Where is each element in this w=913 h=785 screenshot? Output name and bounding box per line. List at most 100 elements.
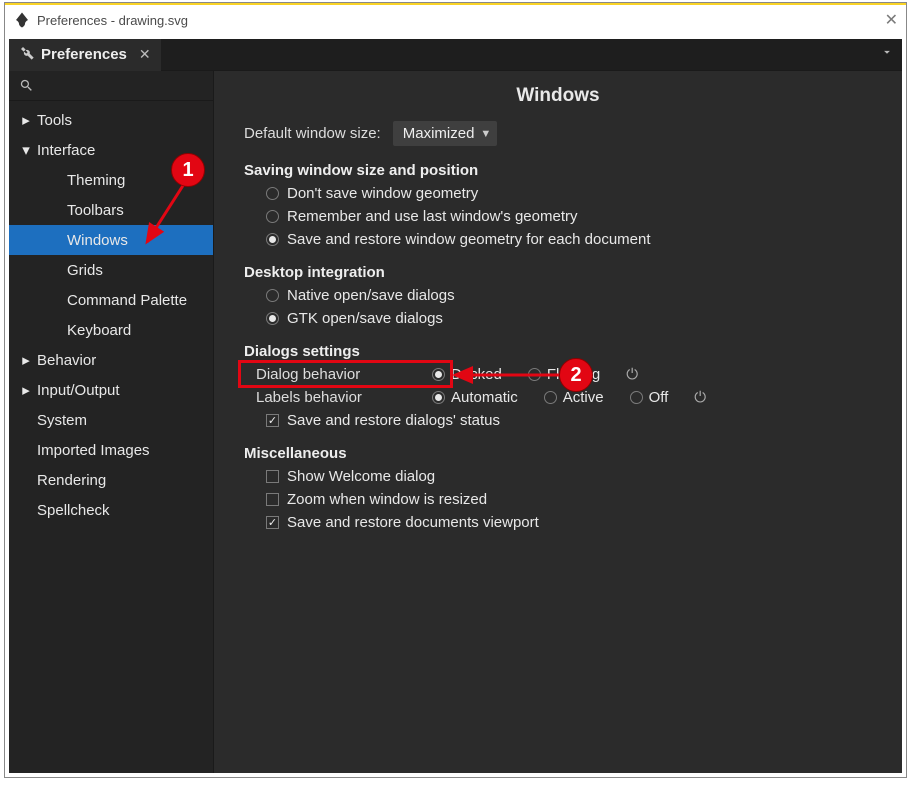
radio-label: Save and restore window geometry for eac… (287, 231, 651, 248)
default-size-value: Maximized (403, 125, 475, 142)
labels-behavior-row: Labels behavior Automatic Active Off ⏻ (256, 389, 872, 406)
checkbox-icon (266, 414, 279, 427)
tab-label: Preferences (41, 46, 127, 63)
checkbox-label: Save and restore documents viewport (287, 514, 539, 531)
sidebar-item-windows[interactable]: Windows (9, 225, 213, 255)
radio-icon (528, 368, 541, 381)
chevron-down-icon[interactable] (880, 45, 894, 64)
sidebar-item-toolbars[interactable]: Toolbars (9, 195, 213, 225)
radio-label: GTK open/save dialogs (287, 310, 443, 327)
sidebar-item-label: Rendering (37, 472, 106, 489)
radio-off[interactable]: Off (630, 389, 669, 406)
sidebar-item-label: Interface (37, 142, 95, 159)
checkbox-icon (266, 493, 279, 506)
radio-icon (266, 233, 279, 246)
sidebar-item-label: Behavior (37, 352, 96, 369)
check-zoom-resized[interactable]: Zoom when window is resized (266, 491, 872, 508)
radio-label: Native open/save dialogs (287, 287, 455, 304)
radio-icon (266, 289, 279, 302)
sidebar-item-label: Imported Images (37, 442, 150, 459)
checkbox-icon (266, 470, 279, 483)
triangle-right-icon[interactable]: ▸ (19, 111, 33, 129)
check-save-viewport[interactable]: Save and restore documents viewport (266, 514, 872, 531)
sidebar-item-label: Spellcheck (37, 502, 110, 519)
radio-icon (432, 391, 445, 404)
radio-label: Remember and use last window's geometry (287, 208, 578, 225)
tools-icon (19, 45, 35, 65)
sidebar-item-tools[interactable]: ▸Tools (9, 105, 213, 135)
labels-behavior-label: Labels behavior (256, 389, 406, 406)
sidebar-item-label: Tools (37, 112, 72, 129)
triangle-right-icon[interactable]: ▸ (19, 381, 33, 399)
radio-native-dialogs[interactable]: Native open/save dialogs (266, 287, 872, 304)
checkbox-icon (266, 516, 279, 529)
inner-frame: Preferences ✕ ▸Tools▾InterfaceThemingToo… (9, 39, 902, 773)
window-title: Preferences - drawing.svg (37, 13, 188, 28)
search-input[interactable] (9, 71, 213, 101)
close-icon[interactable]: ✕ (139, 46, 151, 63)
sidebar-item-label: Toolbars (67, 202, 124, 219)
triangle-down-icon[interactable]: ▾ (19, 141, 33, 159)
radio-label: Active (563, 389, 604, 406)
check-save-dialog-status[interactable]: Save and restore dialogs' status (266, 412, 872, 429)
radio-dont-save[interactable]: Don't save window geometry (266, 185, 872, 202)
radio-icon (544, 391, 557, 404)
tab-preferences[interactable]: Preferences ✕ (9, 39, 161, 71)
radio-icon (630, 391, 643, 404)
section-saving-title: Saving window size and position (244, 162, 872, 179)
radio-remember[interactable]: Remember and use last window's geometry (266, 208, 872, 225)
radio-label: Don't save window geometry (287, 185, 478, 202)
annotation-badge-2: 2 (559, 358, 593, 392)
sidebar-item-system[interactable]: System (9, 405, 213, 435)
search-icon (19, 78, 34, 93)
sidebar-item-label: Input/Output (37, 382, 120, 399)
radio-label: Automatic (451, 389, 518, 406)
radio-icon (266, 187, 279, 200)
preferences-window: Preferences - drawing.svg ✕ Preferences … (4, 2, 907, 778)
sidebar-item-spellcheck[interactable]: Spellcheck (9, 495, 213, 525)
sidebar-item-label: Command Palette (67, 292, 187, 309)
radio-label: Docked (451, 366, 502, 383)
sidebar-item-label: Windows (67, 232, 128, 249)
content: ▸Tools▾InterfaceThemingToolbarsWindowsGr… (9, 71, 902, 773)
sidebar-item-label: Theming (67, 172, 125, 189)
tabbar: Preferences ✕ (9, 39, 902, 71)
annotation-badge-1: 1 (171, 153, 205, 187)
sidebar-item-rendering[interactable]: Rendering (9, 465, 213, 495)
radio-automatic[interactable]: Automatic (432, 389, 518, 406)
power-icon[interactable]: ⏻ (626, 366, 638, 383)
checkbox-label: Save and restore dialogs' status (287, 412, 500, 429)
section-desktop-title: Desktop integration (244, 264, 872, 281)
caret-down-icon: ▼ (480, 128, 491, 140)
default-size-select[interactable]: Maximized ▼ (393, 121, 498, 146)
radio-gtk-dialogs[interactable]: GTK open/save dialogs (266, 310, 872, 327)
section-misc-title: Miscellaneous (244, 445, 872, 462)
annotation-box-2 (238, 360, 453, 388)
main-panel: Windows Default window size: Maximized ▼… (214, 71, 902, 773)
close-icon[interactable]: ✕ (885, 10, 898, 30)
check-show-welcome[interactable]: Show Welcome dialog (266, 468, 872, 485)
sidebar-item-label: System (37, 412, 87, 429)
sidebar-item-imported-images[interactable]: Imported Images (9, 435, 213, 465)
sidebar-item-input-output[interactable]: ▸Input/Output (9, 375, 213, 405)
radio-icon (266, 210, 279, 223)
checkbox-label: Show Welcome dialog (287, 468, 435, 485)
titlebar: Preferences - drawing.svg ✕ (5, 5, 906, 35)
sidebar-item-behavior[interactable]: ▸Behavior (9, 345, 213, 375)
checkbox-label: Zoom when window is resized (287, 491, 487, 508)
sidebar-item-command-palette[interactable]: Command Palette (9, 285, 213, 315)
inkscape-icon (13, 11, 31, 29)
radio-icon (266, 312, 279, 325)
radio-label: Off (649, 389, 669, 406)
section-dialogs-title: Dialogs settings (244, 343, 872, 360)
page-title: Windows (244, 85, 872, 107)
default-window-size-row: Default window size: Maximized ▼ (244, 121, 872, 146)
triangle-right-icon[interactable]: ▸ (19, 351, 33, 369)
power-icon[interactable]: ⏻ (694, 389, 706, 406)
sidebar-item-label: Grids (67, 262, 103, 279)
sidebar-item-keyboard[interactable]: Keyboard (9, 315, 213, 345)
sidebar-item-grids[interactable]: Grids (9, 255, 213, 285)
radio-save-each[interactable]: Save and restore window geometry for eac… (266, 231, 872, 248)
default-size-label: Default window size: (244, 125, 381, 142)
sidebar-item-label: Keyboard (67, 322, 131, 339)
